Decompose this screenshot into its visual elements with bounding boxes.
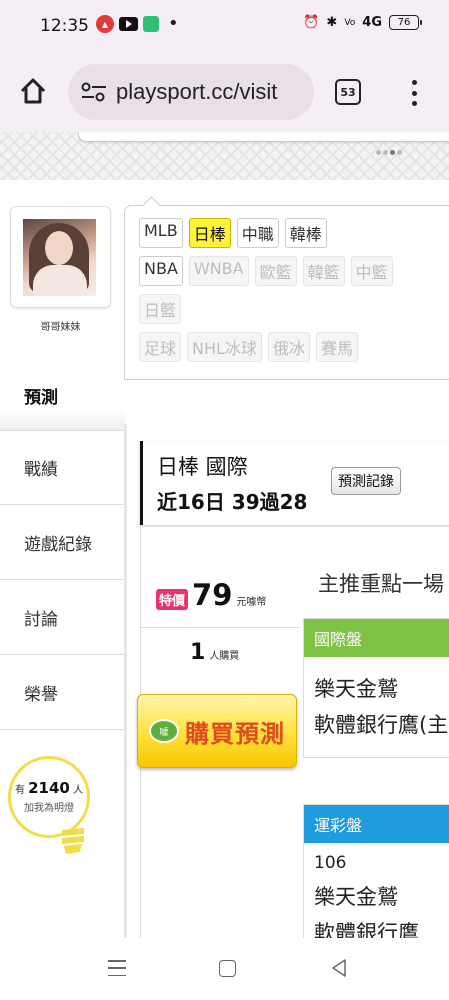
sport-row-other: 足球 NHL冰球 俄冰 賽馬: [139, 332, 358, 362]
url-text: playsport.cc/visit: [116, 79, 278, 104]
divider: [140, 627, 300, 628]
status-bar: 12:35 ▲ • ⏰ ✱ Vo 4G 76: [0, 0, 449, 52]
bluetooth-icon: ✱: [326, 15, 338, 30]
buyer-number: 1: [190, 640, 206, 665]
team-home: 軟體銀行鷹: [314, 921, 419, 938]
avatar-card[interactable]: [10, 206, 111, 308]
price-unit: 元噱幣: [236, 597, 267, 608]
sidebar-item-game-log[interactable]: 遊戲紀錄: [0, 505, 125, 580]
sport-tag-japan-basketball[interactable]: 日籃: [139, 294, 182, 324]
volte-icon: Vo: [344, 17, 356, 28]
app-green-icon: [143, 16, 159, 32]
team-home: 軟體銀行鷹(主): [314, 713, 449, 737]
panel-title: 國際盤: [304, 619, 449, 657]
system-status: ⏰ ✱ Vo 4G 76: [303, 15, 422, 30]
alarm-icon: ⏰: [303, 15, 320, 30]
sports-lottery-panel: 運彩盤 106 樂天金鷲 軟體銀行鷹: [303, 804, 449, 938]
record-stat: 近16日 39過28: [157, 490, 308, 514]
bulb-icon: [62, 828, 84, 854]
sport-tag-wnba[interactable]: WNBA: [188, 256, 249, 286]
carousel-dots[interactable]: [376, 150, 402, 155]
avatar[interactable]: [23, 219, 96, 296]
sport-tag-euro-basketball[interactable]: 歐籃: [254, 256, 297, 286]
sidebar-item-discuss[interactable]: 討論: [0, 580, 125, 655]
sport-row-baseball: MLB 日棒 中職 韓棒: [139, 218, 327, 248]
league-title: 日棒 國際: [157, 455, 248, 479]
sidebar-item-predict[interactable]: 預測: [0, 360, 125, 430]
home-icon[interactable]: [18, 76, 48, 106]
status-time: 12:35: [40, 16, 89, 36]
username: 哥哥妹妹: [40, 322, 81, 333]
more-notifications-icon: •: [168, 13, 179, 34]
sport-tag-khl[interactable]: 俄冰: [267, 332, 310, 362]
sidebar-divider: [124, 424, 127, 938]
international-odds-panel: 國際盤 樂天金鷲 軟體銀行鷹(主): [303, 618, 449, 758]
buyer-count: 1 人購買: [190, 640, 239, 665]
sport-tag-kbo[interactable]: 韓棒: [284, 218, 327, 248]
game-number: 106: [314, 853, 347, 873]
sidebar-item-record[interactable]: 戰績: [0, 430, 125, 505]
recent-apps-icon[interactable]: [108, 960, 126, 976]
sport-tag-horse-racing[interactable]: 賽馬: [315, 332, 358, 362]
battery-level: 76: [397, 17, 411, 28]
sale-badge: 特價: [156, 589, 189, 610]
sport-tag-nba[interactable]: NBA: [139, 256, 183, 286]
system-navigation-bar: [0, 938, 449, 1000]
sport-selector: MLB 日棒 中職 韓棒 NBA WNBA 歐籃 韓籃 中籃 日籃 足球 NHL…: [124, 205, 449, 380]
site-settings-icon[interactable]: [80, 81, 108, 103]
header-card: [78, 132, 449, 142]
tab-switcher-button[interactable]: 53: [335, 79, 361, 105]
sidebar-menu: 預測 戰績 遊戲紀錄 討論 榮譽: [0, 360, 125, 730]
sport-tag-soccer[interactable]: 足球: [139, 332, 182, 362]
sport-row-basketball: NBA WNBA 歐籃 韓籃 中籃: [139, 256, 393, 286]
team-away: 樂天金鷲: [314, 885, 398, 909]
address-bar[interactable]: playsport.cc/visit: [68, 64, 314, 120]
featured-headline: 主推重點一場: [318, 572, 444, 596]
signal-icon: 4G: [362, 15, 382, 30]
price-row: 特價 79 元噱幣: [156, 578, 266, 612]
buyer-unit: 人購買: [209, 651, 240, 662]
youtube-icon: [119, 17, 138, 31]
sport-tag-npb[interactable]: 日棒: [188, 218, 231, 248]
web-page: 哥哥妹妹 預測 戰績 遊戲紀錄 討論 榮譽 有 2140 人 加我為明燈 MLB…: [0, 132, 449, 938]
follow-caption: 加我為明燈: [24, 803, 74, 814]
sport-tag-china-basketball[interactable]: 中籃: [350, 256, 393, 286]
sport-tag-mlb[interactable]: MLB: [139, 218, 183, 248]
sport-tag-korea-basketball[interactable]: 韓籃: [302, 256, 345, 286]
home-nav-icon[interactable]: [219, 960, 236, 977]
team-away: 樂天金鷲: [314, 677, 398, 701]
prediction-history-button[interactable]: 預測記錄: [331, 467, 401, 495]
coin-icon: 噱: [149, 719, 179, 743]
overflow-menu-icon[interactable]: [404, 78, 424, 108]
battery-icon: 76: [389, 15, 422, 30]
follower-count: 有 2140 人: [14, 779, 84, 797]
sport-tag-nhl[interactable]: NHL冰球: [187, 332, 262, 362]
browser-toolbar: playsport.cc/visit 53: [0, 52, 449, 132]
buy-prediction-label: 購買預測: [185, 719, 285, 748]
price-value: 79: [192, 578, 233, 612]
record-summary: 日棒 國際 近16日 39過28 預測記錄: [140, 441, 449, 525]
buy-prediction-button[interactable]: 噱 購買預測: [137, 694, 297, 768]
notification-icons: ▲ •: [96, 15, 179, 33]
sidebar-item-honor[interactable]: 榮譽: [0, 655, 125, 730]
app-notification-icon: ▲: [96, 15, 114, 33]
back-icon[interactable]: [330, 958, 348, 978]
sport-row-basketball-2: 日籃: [139, 294, 182, 324]
panel-title: 運彩盤: [304, 805, 449, 843]
sport-tag-cpbl[interactable]: 中職: [236, 218, 279, 248]
